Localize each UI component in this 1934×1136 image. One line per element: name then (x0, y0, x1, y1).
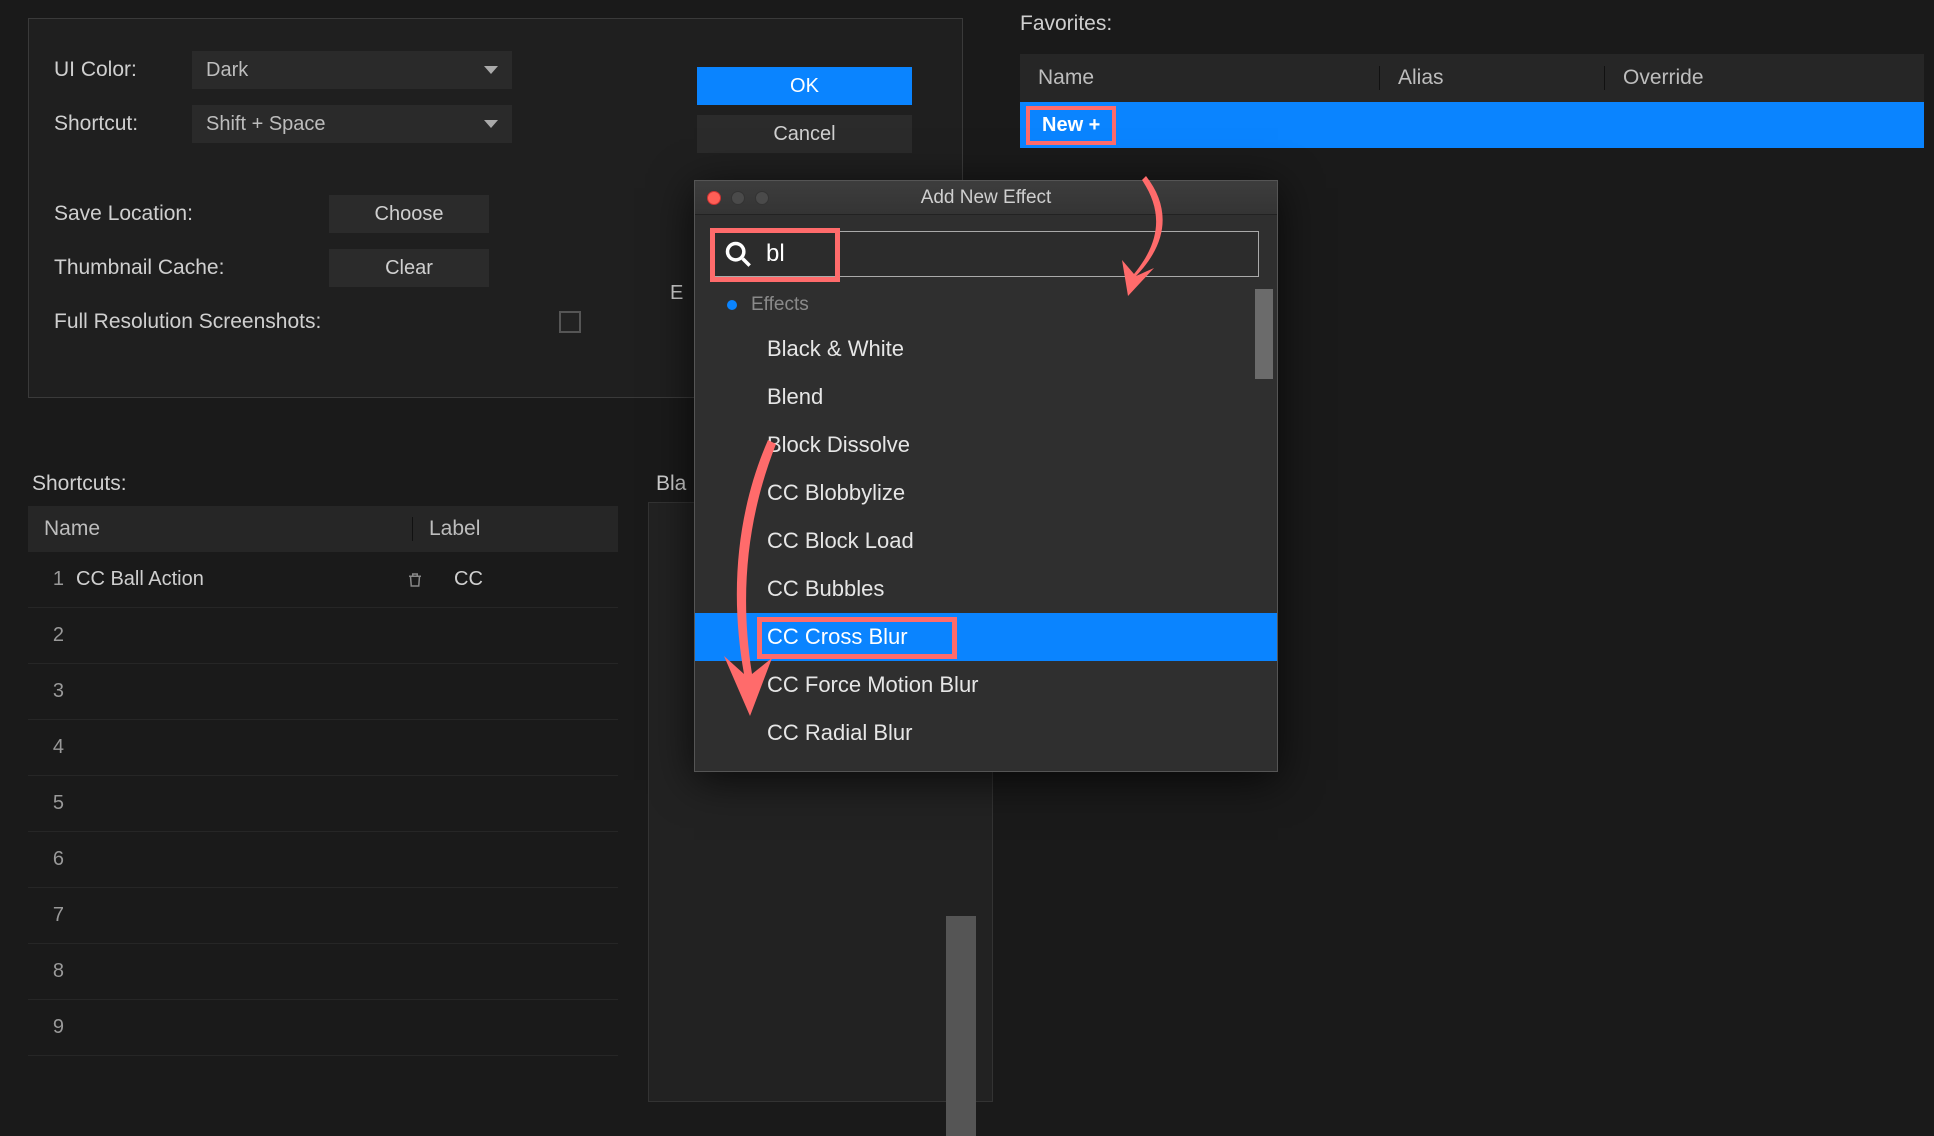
table-row[interactable]: 8 (28, 944, 618, 1000)
effect-item[interactable]: CC Blobbylize (695, 469, 1277, 517)
choose-button[interactable]: Choose (329, 195, 489, 233)
effect-item[interactable]: CC Block Load (695, 517, 1277, 565)
row-number: 6 (28, 848, 76, 871)
add-new-effect-dialog: Add New Effect Effects Black & WhiteBlen… (694, 180, 1278, 772)
ok-button[interactable]: OK (697, 67, 912, 105)
shortcuts-col-label: Label (413, 517, 618, 541)
effect-item[interactable]: CC Radial Blur (695, 709, 1277, 757)
effect-item[interactable]: Block Dissolve (695, 421, 1277, 469)
save-location-label: Save Location: (54, 202, 309, 226)
shortcut-value: Shift + Space (206, 113, 326, 136)
table-row[interactable]: 3 (28, 664, 618, 720)
shortcuts-header: Name Label (28, 506, 618, 552)
ui-color-label: UI Color: (54, 58, 192, 82)
favorites-title: Favorites: (1020, 12, 1924, 36)
search-field-container[interactable] (713, 231, 1259, 277)
shortcuts-col-name: Name (28, 517, 413, 541)
row-number: 4 (28, 736, 76, 759)
effect-item[interactable]: Black & White (695, 325, 1277, 373)
annotation-highlight (710, 228, 840, 282)
table-row[interactable]: 5 (28, 776, 618, 832)
row-label: CC (438, 568, 618, 591)
favorites-col-name: Name (1020, 66, 1380, 90)
shortcut-label: Shortcut: (54, 112, 192, 136)
row-number: 9 (28, 1016, 76, 1039)
chevron-down-icon (484, 66, 498, 74)
scrollbar-thumb[interactable] (1255, 289, 1273, 379)
bullet-icon (727, 300, 737, 310)
table-row[interactable]: 9 (28, 1000, 618, 1056)
shortcuts-title: Shortcuts: (32, 472, 127, 496)
effect-item[interactable]: CC Cross Blur (695, 613, 1277, 661)
favorites-new-row[interactable]: New + (1020, 102, 1924, 148)
row-number: 5 (28, 792, 76, 815)
text-fragment: E (670, 282, 683, 305)
dialog-title: Add New Effect (695, 187, 1277, 209)
table-row[interactable]: 6 (28, 832, 618, 888)
shortcut-dropdown[interactable]: Shift + Space (192, 105, 512, 143)
text-fragment: Bla (656, 472, 686, 496)
full-res-label: Full Resolution Screenshots: (54, 310, 329, 334)
shortcuts-table: Name Label 1CC Ball ActionCC 2 3 4 5 6 7 8 9 (28, 506, 618, 1056)
row-number: 1 (28, 568, 76, 591)
favorites-panel: Favorites: Name Alias Override New + (1020, 12, 1924, 148)
row-number: 8 (28, 960, 76, 983)
favorites-header: Name Alias Override (1020, 54, 1924, 102)
effect-item[interactable]: CC Force Motion Blur (695, 661, 1277, 709)
ui-color-value: Dark (206, 59, 248, 82)
chevron-down-icon (484, 120, 498, 128)
table-row[interactable]: 4 (28, 720, 618, 776)
trash-icon[interactable] (406, 570, 424, 590)
table-row[interactable]: 2 (28, 608, 618, 664)
effect-item[interactable]: Blend (695, 373, 1277, 421)
clear-button[interactable]: Clear (329, 249, 489, 287)
effect-item[interactable]: CC Bubbles (695, 565, 1277, 613)
effects-category[interactable]: Effects (695, 285, 1277, 325)
favorites-col-override: Override (1605, 66, 1924, 90)
table-row[interactable]: 1CC Ball ActionCC (28, 552, 618, 608)
new-button[interactable]: New + (1026, 106, 1116, 145)
row-number: 3 (28, 680, 76, 703)
dialog-titlebar[interactable]: Add New Effect (695, 181, 1277, 215)
row-number: 7 (28, 904, 76, 927)
table-row[interactable]: 7 (28, 888, 618, 944)
ui-color-dropdown[interactable]: Dark (192, 51, 512, 89)
cancel-button[interactable]: Cancel (697, 115, 912, 153)
full-res-checkbox[interactable] (559, 311, 581, 333)
thumbnail-cache-label: Thumbnail Cache: (54, 256, 309, 280)
minimize-icon (731, 191, 745, 205)
resize-handle[interactable] (946, 916, 976, 1136)
row-number: 2 (28, 624, 76, 647)
effect-list: Black & WhiteBlendBlock DissolveCC Blobb… (695, 325, 1277, 771)
favorites-col-alias: Alias (1380, 66, 1605, 90)
fullscreen-icon (755, 191, 769, 205)
close-icon[interactable] (707, 191, 721, 205)
category-label: Effects (751, 294, 809, 316)
row-name: CC Ball Action (76, 568, 438, 591)
